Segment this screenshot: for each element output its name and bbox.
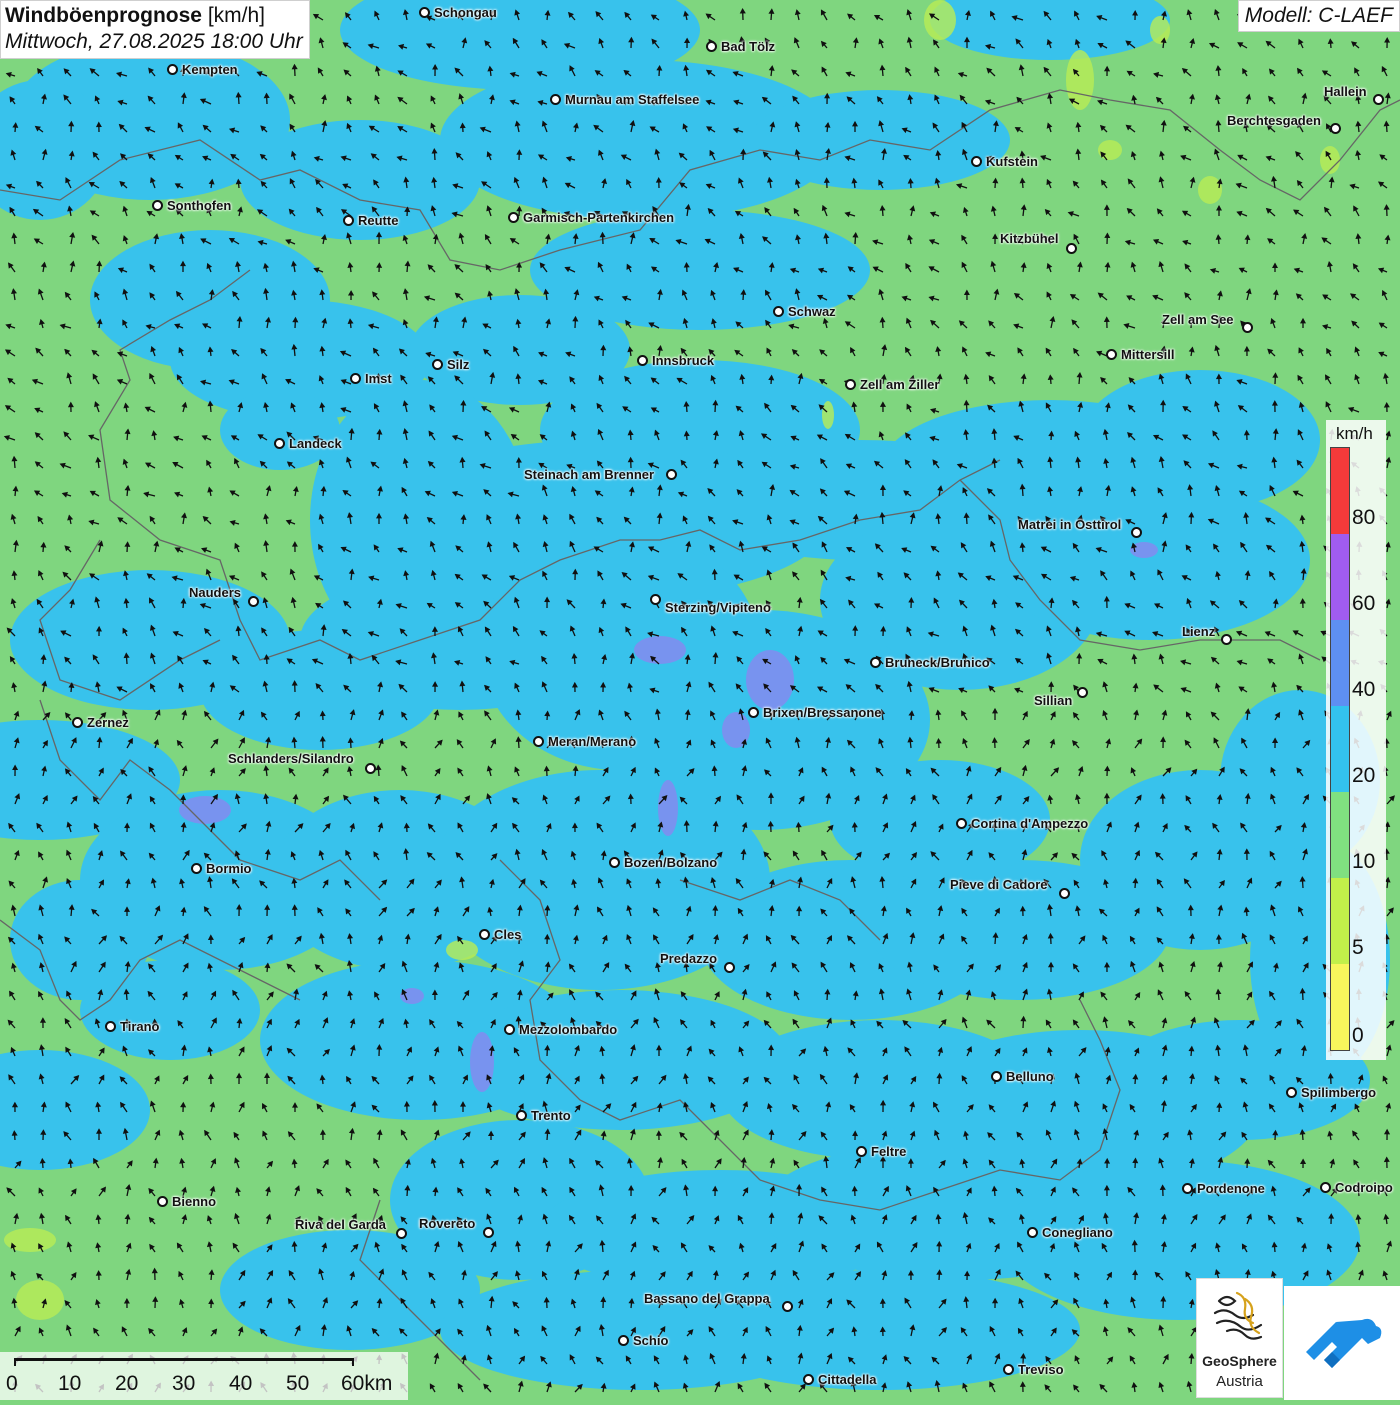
strong-wind-area	[634, 636, 686, 664]
weak-wind-area	[1198, 176, 1222, 204]
wind-area	[10, 570, 290, 710]
weak-wind-area	[16, 1280, 64, 1320]
strong-wind-area	[658, 780, 678, 836]
wind-area	[750, 90, 1010, 190]
weak-wind-area	[1066, 50, 1094, 110]
wind-area	[990, 480, 1310, 640]
weak-wind-area	[822, 401, 834, 429]
weak-wind-area	[4, 1228, 56, 1252]
weak-wind-area	[1150, 16, 1170, 44]
strong-wind-area	[746, 650, 794, 710]
strong-wind-area	[179, 796, 231, 824]
wind-area	[80, 960, 260, 1060]
wind-area	[220, 390, 340, 470]
weak-wind-area	[924, 0, 956, 40]
